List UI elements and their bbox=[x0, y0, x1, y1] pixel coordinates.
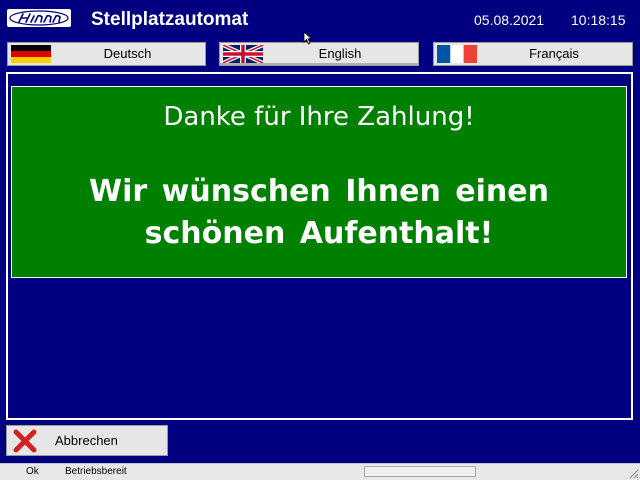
cancel-button[interactable]: Abbrechen bbox=[6, 425, 168, 456]
language-label: Français bbox=[529, 46, 579, 61]
status-progress-bar bbox=[364, 466, 476, 477]
time-display: 10:18:15 bbox=[571, 12, 626, 28]
mouse-cursor-icon bbox=[303, 31, 313, 45]
uk-flag-icon bbox=[223, 45, 263, 63]
france-flag-icon bbox=[437, 45, 477, 63]
company-logo bbox=[7, 9, 71, 27]
germany-flag-icon bbox=[11, 45, 51, 63]
logo-graphic bbox=[9, 10, 69, 26]
farewell-message: Wir wünschen Ihnen einen schönen Aufenth… bbox=[12, 171, 626, 255]
language-button-english[interactable]: English bbox=[219, 42, 419, 66]
farewell-line-2: schönen Aufenthalt! bbox=[144, 216, 494, 251]
status-bar: Ok Betriebsbereit bbox=[0, 463, 640, 480]
status-text: Betriebsbereit bbox=[65, 466, 127, 477]
cancel-label: Abbrechen bbox=[55, 433, 118, 448]
status-ok-label: Ok bbox=[26, 466, 39, 477]
farewell-line-1: Wir wünschen Ihnen einen bbox=[89, 174, 549, 209]
language-label: English bbox=[318, 46, 362, 61]
confirmation-message-box: Danke für Ihre Zahlung! Wir wünschen Ihn… bbox=[11, 86, 627, 278]
red-x-icon bbox=[13, 429, 37, 453]
language-label: Deutsch bbox=[103, 46, 152, 61]
page-title: Stellplatzautomat bbox=[91, 9, 249, 30]
date-display: 05.08.2021 bbox=[474, 12, 545, 28]
language-button-deutsch[interactable]: Deutsch bbox=[7, 42, 206, 66]
language-button-francais[interactable]: Français bbox=[433, 42, 633, 66]
thank-you-message: Danke für Ihre Zahlung! bbox=[163, 102, 475, 132]
resize-grip-icon[interactable] bbox=[627, 467, 639, 479]
